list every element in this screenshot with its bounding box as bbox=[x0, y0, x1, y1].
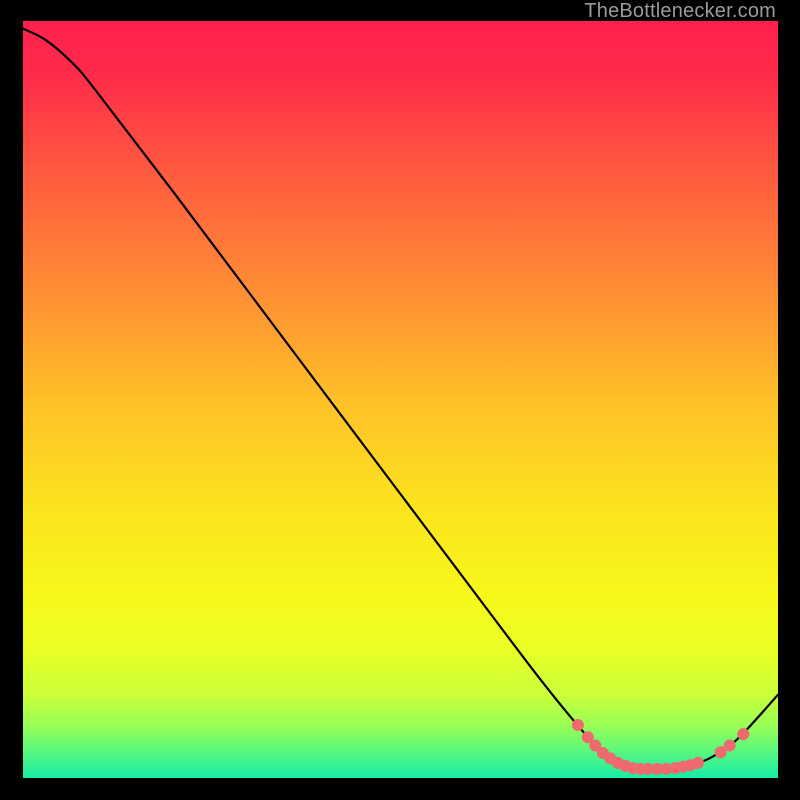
marker-dot bbox=[692, 757, 704, 769]
marker-dot bbox=[572, 719, 584, 731]
gradient-background bbox=[23, 21, 778, 778]
chart-frame bbox=[23, 21, 778, 778]
marker-dot bbox=[724, 739, 736, 751]
marker-dot bbox=[737, 728, 749, 740]
watermark-text: TheBottlenecker.com bbox=[584, 0, 776, 23]
chart-canvas bbox=[23, 21, 778, 778]
